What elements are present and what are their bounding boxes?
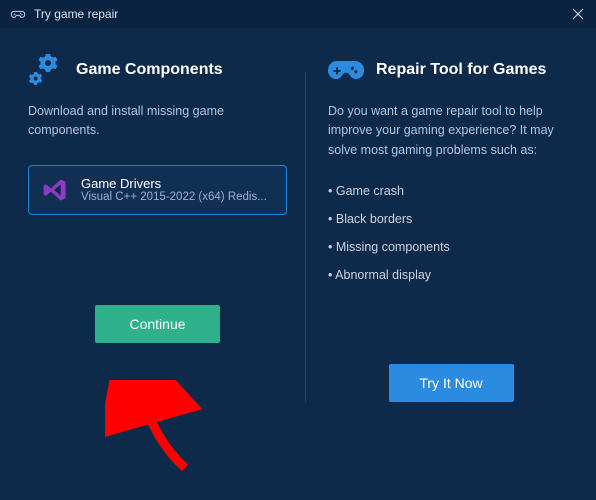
window-title: Try game repair (34, 7, 118, 21)
list-item: Game crash (328, 184, 574, 198)
visual-studio-icon (41, 176, 69, 204)
left-panel: Game Components Download and install mis… (0, 52, 305, 500)
right-panel: Repair Tool for Games Do you want a game… (306, 52, 594, 500)
driver-text: Game Drivers Visual C++ 2015-2022 (x64) … (81, 176, 274, 203)
list-item: Abnormal display (328, 268, 574, 282)
controller-icon (10, 6, 26, 22)
driver-sub: Visual C++ 2015-2022 (x64) Redis... (81, 191, 274, 203)
controller-large-icon (328, 52, 364, 88)
list-item: Black borders (328, 212, 574, 226)
repair-tool-header: Repair Tool for Games (328, 52, 574, 88)
gears-icon (28, 52, 64, 88)
problem-list: Game crash Black borders Missing compone… (328, 184, 574, 296)
close-icon[interactable] (570, 6, 586, 22)
game-components-header: Game Components (28, 52, 287, 88)
continue-button[interactable]: Continue (95, 305, 220, 343)
repair-tool-title: Repair Tool for Games (376, 61, 546, 79)
repair-tool-desc: Do you want a game repair tool to help i… (328, 102, 574, 160)
game-components-desc: Download and install missing game compon… (28, 102, 287, 141)
driver-card[interactable]: Game Drivers Visual C++ 2015-2022 (x64) … (28, 165, 287, 215)
game-components-title: Game Components (76, 61, 223, 79)
try-it-now-button[interactable]: Try It Now (389, 364, 514, 402)
content-area: Game Components Download and install mis… (0, 28, 596, 500)
list-item: Missing components (328, 240, 574, 254)
driver-name: Game Drivers (81, 176, 274, 191)
titlebar: Try game repair (0, 0, 596, 28)
